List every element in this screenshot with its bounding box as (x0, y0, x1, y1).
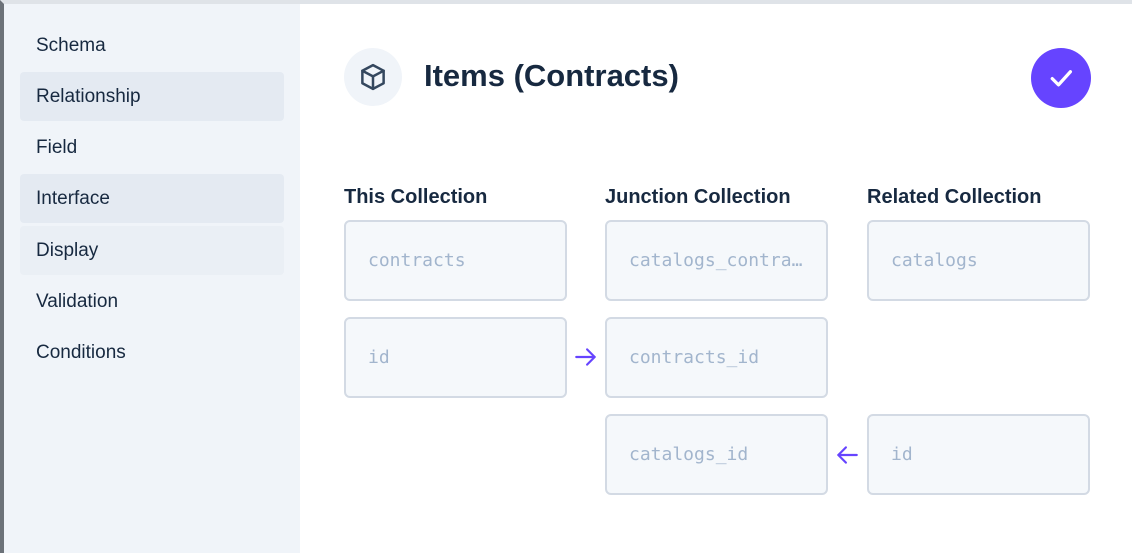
junction-collection-field[interactable]: catalogs_contracts (605, 220, 828, 301)
sidebar-item-schema[interactable]: Schema (20, 21, 284, 70)
junction-collection-label: Junction Collection (605, 186, 791, 208)
arrow-left-icon (833, 441, 861, 469)
sidebar-item-label: Interface (36, 187, 110, 209)
sidebar: Schema Relationship Field Interface Disp… (4, 4, 300, 553)
sidebar-item-field[interactable]: Field (20, 123, 284, 172)
sidebar-item-validation[interactable]: Validation (20, 277, 284, 326)
sidebar-item-label: Relationship (36, 85, 141, 107)
check-icon (1050, 70, 1072, 87)
junction-this-field-value: contracts_id (629, 347, 760, 368)
this-primary-key-field[interactable]: id (344, 317, 567, 398)
related-collection-label: Related Collection (867, 186, 1042, 208)
sidebar-item-display[interactable]: Display (20, 226, 284, 275)
sidebar-item-relationship[interactable]: Relationship (20, 72, 284, 121)
sidebar-item-label: Schema (36, 34, 106, 56)
window-frame: Schema Relationship Field Interface Disp… (0, 0, 1132, 553)
this-collection-value: contracts (368, 250, 466, 271)
page-title: Items (Contracts) (424, 58, 679, 93)
save-button[interactable] (1031, 48, 1091, 108)
this-collection-label: This Collection (344, 186, 488, 208)
collection-icon-badge (344, 48, 402, 106)
relationship-panel: Items (Contracts) This Collection Juncti… (300, 4, 1132, 553)
this-collection-field[interactable]: contracts (344, 220, 567, 301)
arrow-right-icon (572, 343, 600, 371)
junction-related-field[interactable]: catalogs_id (605, 414, 828, 495)
junction-collection-value: catalogs_contracts (629, 250, 804, 271)
sidebar-item-label: Field (36, 136, 78, 158)
sidebar-item-label: Conditions (36, 341, 126, 363)
sidebar-item-label: Validation (36, 290, 119, 312)
related-primary-key-value: id (891, 444, 913, 465)
sidebar-item-conditions[interactable]: Conditions (20, 328, 284, 377)
related-collection-field[interactable]: catalogs (867, 220, 1090, 301)
junction-related-field-value: catalogs_id (629, 444, 749, 465)
this-primary-key-value: id (368, 347, 390, 368)
cube-icon (361, 63, 385, 91)
related-collection-value: catalogs (891, 250, 978, 271)
junction-this-field[interactable]: contracts_id (605, 317, 828, 398)
sidebar-item-label: Display (36, 239, 99, 261)
sidebar-item-interface[interactable]: Interface (20, 174, 284, 223)
related-primary-key-field[interactable]: id (867, 414, 1090, 495)
